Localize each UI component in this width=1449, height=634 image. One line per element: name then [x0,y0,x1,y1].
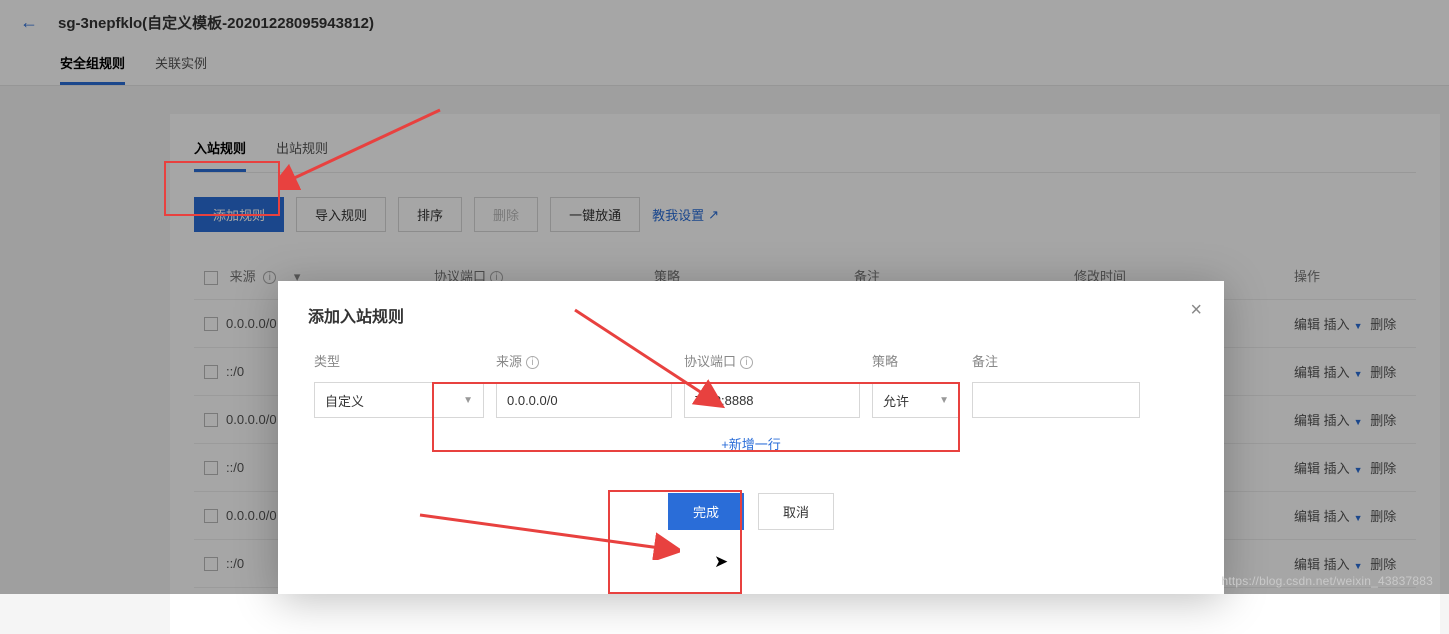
source-input[interactable]: 0.0.0.0/0 [496,382,672,418]
watermark-text: https://blog.csdn.net/weixin_43837883 [1221,574,1433,588]
chevron-down-icon: ▼ [463,395,473,406]
add-line-link[interactable]: +新增一行 [308,434,1194,453]
modal-col-type: 类型 [308,351,490,370]
port-input[interactable]: TCP:8888 [684,382,860,418]
policy-select[interactable]: 允许 ▼ [872,382,960,418]
close-icon[interactable]: × [1190,299,1202,322]
type-select[interactable]: 自定义 ▼ [314,382,484,418]
cancel-button[interactable]: 取消 [758,493,834,530]
note-input[interactable] [972,382,1140,418]
chevron-down-icon: ▼ [939,395,949,406]
modal-col-policy: 策略 [866,351,966,370]
modal-title: 添加入站规则 [308,303,1194,327]
ok-button[interactable]: 完成 [668,493,744,530]
policy-value: 允许 [883,391,909,410]
port-value: TCP:8888 [695,393,754,408]
info-icon[interactable]: i [740,356,753,369]
source-value: 0.0.0.0/0 [507,393,558,408]
modal-col-note: 备注 [966,351,1146,370]
type-value: 自定义 [325,391,364,410]
info-icon[interactable]: i [526,356,539,369]
modal-col-src: 来源 [496,354,522,369]
add-rule-modal: 添加入站规则 × 类型 来源 i 协议端口 i 策略 备注 自定义 ▼ 0.0.0.… [278,281,1224,594]
modal-col-port: 协议端口 [684,354,736,369]
